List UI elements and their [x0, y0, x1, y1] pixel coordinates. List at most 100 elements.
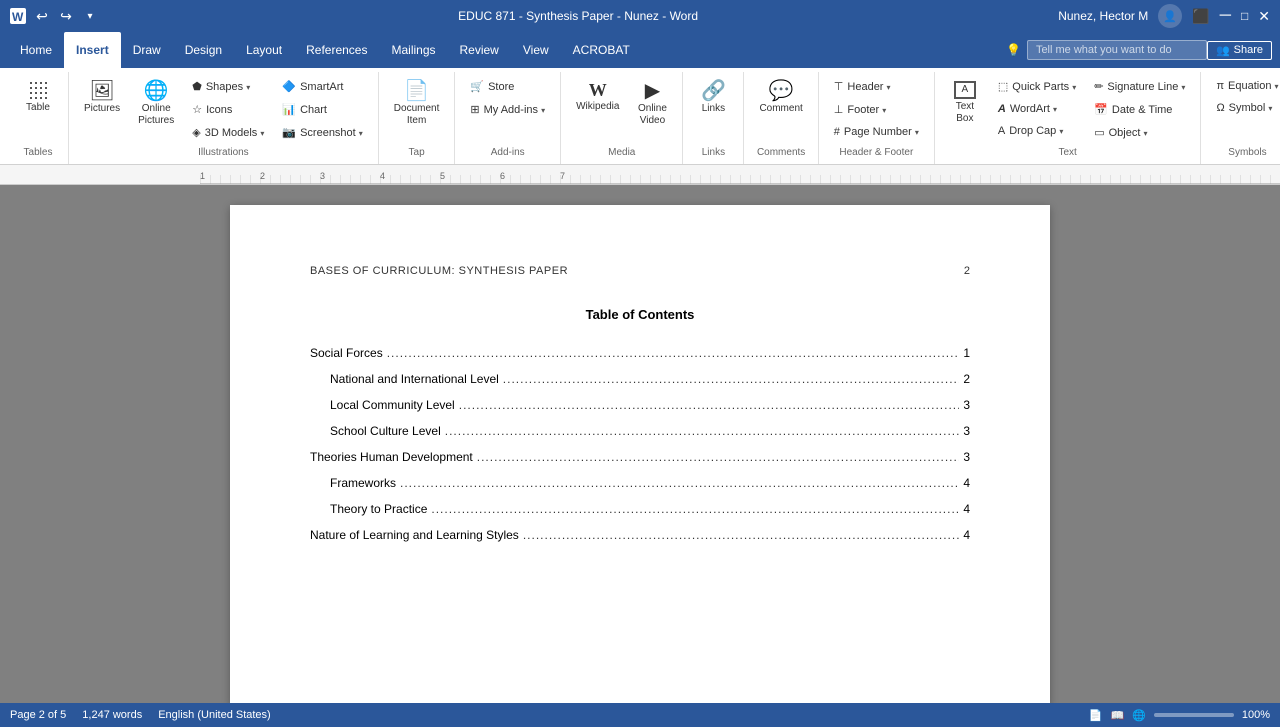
- ribbon-group-media: W Wikipedia ▶ OnlineVideo Media: [561, 72, 683, 164]
- quick-parts-button[interactable]: ⬚ Quick Parts ▾: [991, 76, 1083, 97]
- ribbon-content: Table Tables 🖼 Pictures 🌐 OnlinePictures…: [0, 68, 1280, 165]
- maximize-btn[interactable]: □: [1241, 9, 1248, 23]
- user-name: Nunez, Hector M: [1058, 9, 1148, 23]
- minimize-btn[interactable]: ─: [1220, 7, 1231, 25]
- links-button[interactable]: 🔗 Links: [691, 76, 735, 120]
- table-button[interactable]: Table: [16, 76, 60, 119]
- tab-home[interactable]: Home: [8, 32, 64, 68]
- equation-button[interactable]: π Equation ▾: [1209, 76, 1280, 96]
- svg-text:7: 7: [560, 171, 565, 181]
- wikipedia-button[interactable]: W Wikipedia: [569, 76, 626, 118]
- toc-item-frameworks: Frameworks .............................…: [310, 476, 970, 490]
- lightbulb-icon: 💡: [1006, 43, 1021, 57]
- store-button[interactable]: 🛒 Store: [463, 76, 552, 97]
- ribbon-display-icon[interactable]: ⬛: [1192, 8, 1209, 25]
- title-bar: W ↩ ↪ ▾ EDUC 871 - Synthesis Paper - Nun…: [0, 0, 1280, 32]
- toc-item-nature-learning: Nature of Learning and Learning Styles .…: [310, 528, 970, 542]
- ribbon-group-illustrations: 🖼 Pictures 🌐 OnlinePictures ⬟ Shapes ▾ ☆…: [69, 72, 379, 164]
- object-icon: ▭: [1094, 126, 1104, 139]
- dropcap-icon: A: [998, 125, 1005, 137]
- document-page: BASES OF CURRICULUM: SYNTHESIS PAPER 2 T…: [230, 205, 1050, 703]
- page-info: Page 2 of 5: [10, 709, 66, 721]
- wordart-button[interactable]: A WordArt ▾: [991, 99, 1083, 119]
- toc-item-national: National and International Level .......…: [310, 372, 970, 386]
- smartart-button[interactable]: 🔷 SmartArt: [275, 76, 369, 97]
- chart-button[interactable]: 📊 Chart: [275, 99, 369, 120]
- wikipedia-icon: W: [589, 81, 607, 99]
- svg-text:5: 5: [440, 171, 445, 181]
- ruler-content: 1234567: [200, 165, 1280, 184]
- my-addins-icon: ⊞: [470, 103, 479, 116]
- footer-button[interactable]: ⊥ Footer ▾: [827, 99, 926, 120]
- signature-line-button[interactable]: ✏ Signature Line ▾: [1087, 76, 1192, 97]
- share-icon: 👥: [1216, 44, 1230, 57]
- tab-view[interactable]: View: [511, 32, 561, 68]
- undo-icon[interactable]: ↩: [34, 8, 50, 24]
- tab-references[interactable]: References: [294, 32, 379, 68]
- document-area: BASES OF CURRICULUM: SYNTHESIS PAPER 2 T…: [0, 185, 1280, 703]
- icons-icon: ☆: [192, 103, 202, 116]
- signature-icon: ✏: [1094, 80, 1103, 93]
- shapes-button[interactable]: ⬟ Shapes ▾: [185, 76, 271, 97]
- object-button[interactable]: ▭ Object ▾: [1087, 122, 1192, 143]
- toc-item-school: School Culture Level ...................…: [310, 424, 970, 438]
- group-label-media: Media: [569, 143, 674, 160]
- ribbon-group-addins: 🛒 Store ⊞ My Add-ins ▾ Add-ins: [455, 72, 561, 164]
- comment-button[interactable]: 💬 Comment: [752, 76, 809, 120]
- online-pictures-button[interactable]: 🌐 OnlinePictures: [131, 76, 181, 132]
- document-item-button[interactable]: 📄 DocumentItem: [387, 76, 447, 132]
- tab-design[interactable]: Design: [173, 32, 234, 68]
- 3d-models-button[interactable]: ◈ 3D Models ▾: [185, 122, 271, 143]
- header-icon: ⊤: [834, 80, 844, 93]
- customize-icon[interactable]: ▾: [82, 8, 98, 24]
- ribbon-group-tables: Table Tables: [8, 72, 69, 164]
- text-box-button[interactable]: A TextBox: [943, 76, 987, 130]
- pictures-button[interactable]: 🖼 Pictures: [77, 76, 127, 120]
- group-label-comments: Comments: [752, 143, 809, 160]
- datetime-button[interactable]: 📅 Date & Time: [1087, 99, 1192, 120]
- share-button[interactable]: 👥 Share: [1207, 41, 1272, 60]
- close-btn[interactable]: ✕: [1258, 8, 1270, 25]
- datetime-icon: 📅: [1094, 103, 1108, 116]
- page-number-icon: #: [834, 126, 840, 138]
- header-button[interactable]: ⊤ Header ▾: [827, 76, 926, 97]
- addins-col: 🛒 Store ⊞ My Add-ins ▾: [463, 76, 552, 120]
- online-video-button[interactable]: ▶ OnlineVideo: [630, 76, 674, 132]
- svg-text:4: 4: [380, 171, 385, 181]
- table-icon: [29, 81, 48, 100]
- dropcap-button[interactable]: A Drop Cap ▾: [991, 121, 1083, 141]
- ribbon-group-tap: 📄 DocumentItem Tap: [379, 72, 456, 164]
- tab-draw[interactable]: Draw: [121, 32, 173, 68]
- toc-item-theory-practice: Theory to Practice .....................…: [310, 502, 970, 516]
- quick-parts-icon: ⬚: [998, 80, 1008, 93]
- toc-item-local: Local Community Level ..................…: [310, 398, 970, 412]
- svg-text:W: W: [12, 10, 24, 24]
- screenshot-button[interactable]: 📷 Screenshot ▾: [275, 122, 369, 143]
- page-number-button[interactable]: # Page Number ▾: [827, 122, 926, 142]
- group-label-tap: Tap: [387, 143, 447, 160]
- links-icon: 🔗: [701, 81, 726, 101]
- my-addins-button[interactable]: ⊞ My Add-ins ▾: [463, 99, 552, 120]
- tab-review[interactable]: Review: [448, 32, 511, 68]
- zoom-level: 100%: [1242, 709, 1270, 721]
- wordart-icon: A: [998, 103, 1006, 115]
- shapes-icon: ⬟: [192, 80, 202, 93]
- tabs-row: Home Insert Draw Design Layout Reference…: [0, 32, 1280, 68]
- tab-acrobat[interactable]: ACROBAT: [561, 32, 642, 68]
- online-video-icon: ▶: [645, 81, 660, 101]
- redo-icon[interactable]: ↪: [58, 8, 74, 24]
- search-area: 💡: [1006, 40, 1207, 60]
- tab-mailings[interactable]: Mailings: [379, 32, 447, 68]
- account-icon[interactable]: 👤: [1158, 4, 1182, 28]
- title-bar-left: W ↩ ↪ ▾: [10, 8, 98, 24]
- zoom-slider[interactable]: [1154, 713, 1234, 717]
- svg-text:3: 3: [320, 171, 325, 181]
- toc-item-theories: Theories Human Development .............…: [310, 450, 970, 464]
- tab-insert[interactable]: Insert: [64, 32, 121, 68]
- icons-button[interactable]: ☆ Icons: [185, 99, 271, 120]
- 3d-models-icon: ◈: [192, 126, 200, 139]
- symbol-button[interactable]: Ω Symbol ▾: [1209, 98, 1280, 118]
- tab-layout[interactable]: Layout: [234, 32, 294, 68]
- search-input[interactable]: [1027, 40, 1207, 60]
- language: English (United States): [158, 709, 271, 721]
